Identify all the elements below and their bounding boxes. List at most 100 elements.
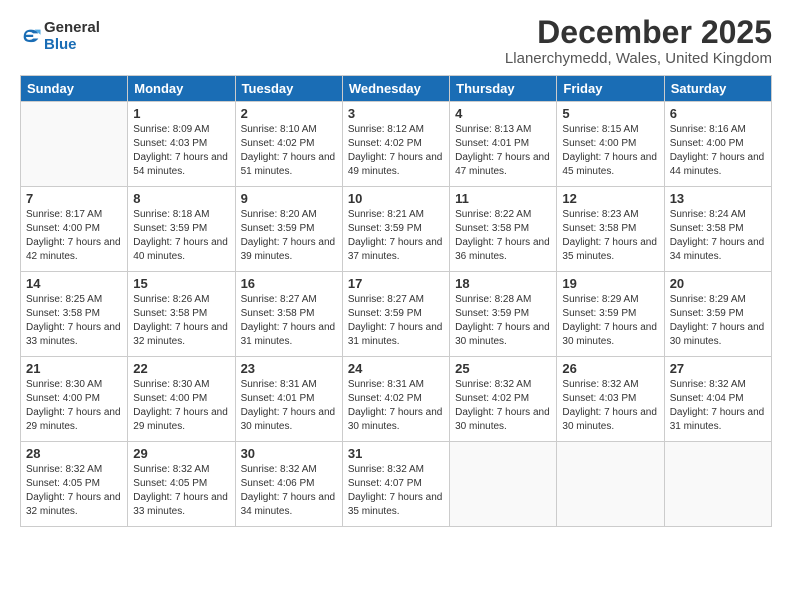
day-info: Sunrise: 8:27 AMSunset: 3:58 PMDaylight:… (241, 293, 337, 349)
day-number: 25 (455, 361, 551, 376)
day-number: 30 (241, 446, 337, 461)
calendar-week-row: 1Sunrise: 8:09 AMSunset: 4:03 PMDaylight… (21, 102, 772, 187)
calendar-day-cell: 9Sunrise: 8:20 AMSunset: 3:59 PMDaylight… (235, 187, 342, 272)
page: General Blue December 2025 Llanerchymedd… (0, 0, 792, 612)
day-info: Sunrise: 8:30 AMSunset: 4:00 PMDaylight:… (26, 378, 122, 434)
day-info: Sunrise: 8:29 AMSunset: 3:59 PMDaylight:… (670, 293, 766, 349)
calendar-day-cell: 22 Sunrise: 8:30 AMSunset: 4:00 PMDayligh… (128, 357, 235, 442)
calendar-day-cell: 6 Sunrise: 8:16 AMSunset: 4:00 PMDaylight… (664, 102, 771, 187)
day-number: 23 (241, 361, 337, 376)
calendar-day-cell: 13 Sunrise: 8:24 AMSunset: 3:58 PMDayligh… (664, 187, 771, 272)
logo: General Blue (20, 20, 100, 53)
day-number: 26 (562, 361, 658, 376)
day-info: Sunrise: 8:12 AMSunset: 4:02 PMDaylight:… (348, 123, 444, 179)
day-info: Sunrise: 8:27 AMSunset: 3:59 PMDaylight:… (348, 293, 444, 349)
month-title: December 2025 (505, 15, 772, 50)
day-number: 11 (455, 191, 551, 206)
day-info: Sunrise: 8:31 AMSunset: 4:01 PMDaylight:… (241, 378, 337, 434)
calendar-day-cell: 23 Sunrise: 8:31 AMSunset: 4:01 PMDayligh… (235, 357, 342, 442)
day-info: Sunrise: 8:32 AMSunset: 4:05 PMDaylight:… (133, 463, 229, 519)
calendar-day-cell: 11Sunrise: 8:22 AMSunset: 3:58 PMDayligh… (450, 187, 557, 272)
day-number: 13 (670, 191, 766, 206)
day-number: 19 (562, 276, 658, 291)
calendar-day-cell: 27Sunrise: 8:32 AMSunset: 4:04 PMDayligh… (664, 357, 771, 442)
day-info: Sunrise: 8:24 AMSunset: 3:58 PMDaylight:… (670, 208, 766, 264)
calendar-header: SundayMondayTuesdayWednesdayThursdayFrid… (21, 76, 772, 102)
logo-general-text: General (44, 20, 100, 37)
day-number: 6 (670, 106, 766, 121)
calendar-day-cell (557, 442, 664, 527)
day-number: 2 (241, 106, 337, 121)
calendar-day-cell: 12 Sunrise: 8:23 AMSunset: 3:58 PMDayligh… (557, 187, 664, 272)
day-number: 14 (26, 276, 122, 291)
calendar-day-cell (664, 442, 771, 527)
day-info: Sunrise: 8:32 AMSunset: 4:04 PMDaylight:… (670, 378, 766, 434)
day-info: Sunrise: 8:32 AMSunset: 4:02 PMDaylight:… (455, 378, 551, 434)
day-number: 17 (348, 276, 444, 291)
day-number: 5 (562, 106, 658, 121)
day-number: 7 (26, 191, 122, 206)
day-info: Sunrise: 8:32 AMSunset: 4:07 PMDaylight:… (348, 463, 444, 519)
calendar-day-cell: 18 Sunrise: 8:28 AMSunset: 3:59 PMDayligh… (450, 272, 557, 357)
calendar-day-cell: 26Sunrise: 8:32 AMSunset: 4:03 PMDayligh… (557, 357, 664, 442)
day-number: 18 (455, 276, 551, 291)
day-info: Sunrise: 8:15 AMSunset: 4:00 PMDaylight:… (562, 123, 658, 179)
day-info: Sunrise: 8:28 AMSunset: 3:59 PMDaylight:… (455, 293, 551, 349)
day-number: 22 (133, 361, 229, 376)
day-info: Sunrise: 8:13 AMSunset: 4:01 PMDaylight:… (455, 123, 551, 179)
day-number: 12 (562, 191, 658, 206)
title-block: December 2025 Llanerchymedd, Wales, Unit… (505, 15, 772, 67)
calendar-day-cell (450, 442, 557, 527)
calendar-day-cell: 19Sunrise: 8:29 AMSunset: 3:59 PMDayligh… (557, 272, 664, 357)
calendar-day-cell: 29 Sunrise: 8:32 AMSunset: 4:05 PMDayligh… (128, 442, 235, 527)
calendar-day-cell: 7 Sunrise: 8:17 AMSunset: 4:00 PMDaylight… (21, 187, 128, 272)
calendar-day-cell: 3Sunrise: 8:12 AMSunset: 4:02 PMDaylight… (342, 102, 449, 187)
calendar-day-cell: 25 Sunrise: 8:32 AMSunset: 4:02 PMDayligh… (450, 357, 557, 442)
weekday-header: Thursday (450, 76, 557, 102)
weekday-header: Wednesday (342, 76, 449, 102)
logo-text: General Blue (44, 20, 100, 53)
day-info: Sunrise: 8:25 AMSunset: 3:58 PMDaylight:… (26, 293, 122, 349)
calendar-day-cell: 10 Sunrise: 8:21 AMSunset: 3:59 PMDayligh… (342, 187, 449, 272)
day-info: Sunrise: 8:17 AMSunset: 4:00 PMDaylight:… (26, 208, 122, 264)
weekday-header: Sunday (21, 76, 128, 102)
day-info: Sunrise: 8:21 AMSunset: 3:59 PMDaylight:… (348, 208, 444, 264)
calendar-day-cell: 5 Sunrise: 8:15 AMSunset: 4:00 PMDaylight… (557, 102, 664, 187)
calendar-week-row: 7 Sunrise: 8:17 AMSunset: 4:00 PMDaylight… (21, 187, 772, 272)
calendar-day-cell: 17 Sunrise: 8:27 AMSunset: 3:59 PMDayligh… (342, 272, 449, 357)
location: Llanerchymedd, Wales, United Kingdom (505, 50, 772, 67)
calendar-week-row: 28Sunrise: 8:32 AMSunset: 4:05 PMDayligh… (21, 442, 772, 527)
calendar-day-cell: 20Sunrise: 8:29 AMSunset: 3:59 PMDayligh… (664, 272, 771, 357)
day-info: Sunrise: 8:23 AMSunset: 3:58 PMDaylight:… (562, 208, 658, 264)
day-number: 10 (348, 191, 444, 206)
day-info: Sunrise: 8:09 AMSunset: 4:03 PMDaylight:… (133, 123, 229, 179)
calendar-week-row: 21 Sunrise: 8:30 AMSunset: 4:00 PMDayligh… (21, 357, 772, 442)
calendar-day-cell: 4Sunrise: 8:13 AMSunset: 4:01 PMDaylight… (450, 102, 557, 187)
logo-icon (20, 26, 42, 48)
day-info: Sunrise: 8:32 AMSunset: 4:05 PMDaylight:… (26, 463, 122, 519)
day-info: Sunrise: 8:31 AMSunset: 4:02 PMDaylight:… (348, 378, 444, 434)
weekday-header: Monday (128, 76, 235, 102)
day-info: Sunrise: 8:30 AMSunset: 4:00 PMDaylight:… (133, 378, 229, 434)
day-number: 31 (348, 446, 444, 461)
header: General Blue December 2025 Llanerchymedd… (20, 15, 772, 67)
day-info: Sunrise: 8:16 AMSunset: 4:00 PMDaylight:… (670, 123, 766, 179)
calendar-day-cell: 1Sunrise: 8:09 AMSunset: 4:03 PMDaylight… (128, 102, 235, 187)
day-info: Sunrise: 8:32 AMSunset: 4:06 PMDaylight:… (241, 463, 337, 519)
calendar-day-cell: 14 Sunrise: 8:25 AMSunset: 3:58 PMDayligh… (21, 272, 128, 357)
day-number: 16 (241, 276, 337, 291)
calendar-table: SundayMondayTuesdayWednesdayThursdayFrid… (20, 75, 772, 527)
calendar-day-cell: 15Sunrise: 8:26 AMSunset: 3:58 PMDayligh… (128, 272, 235, 357)
day-number: 15 (133, 276, 229, 291)
calendar-body: 1Sunrise: 8:09 AMSunset: 4:03 PMDaylight… (21, 102, 772, 527)
calendar-day-cell: 8Sunrise: 8:18 AMSunset: 3:59 PMDaylight… (128, 187, 235, 272)
day-number: 9 (241, 191, 337, 206)
day-info: Sunrise: 8:18 AMSunset: 3:59 PMDaylight:… (133, 208, 229, 264)
calendar-day-cell: 31 Sunrise: 8:32 AMSunset: 4:07 PMDayligh… (342, 442, 449, 527)
calendar-day-cell: 2Sunrise: 8:10 AMSunset: 4:02 PMDaylight… (235, 102, 342, 187)
day-number: 29 (133, 446, 229, 461)
day-number: 21 (26, 361, 122, 376)
logo-blue-text: Blue (44, 37, 100, 54)
weekday-header: Saturday (664, 76, 771, 102)
weekday-header: Friday (557, 76, 664, 102)
